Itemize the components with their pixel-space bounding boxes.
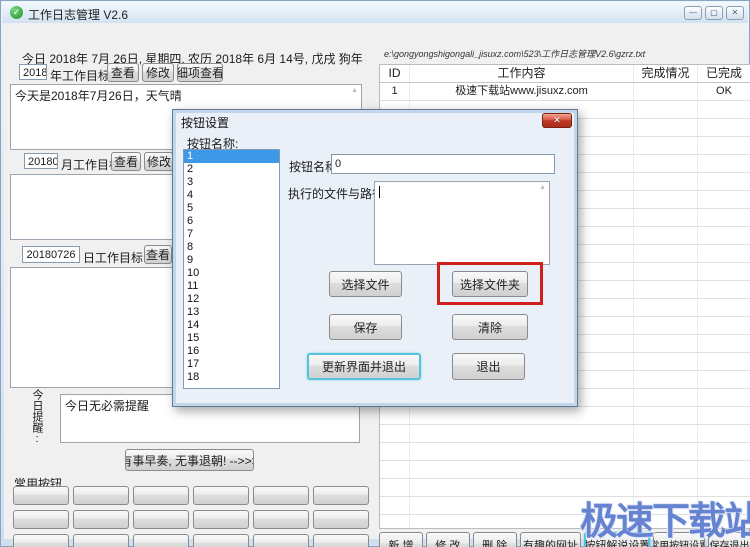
list-item[interactable]: 14: [184, 319, 279, 332]
table-row[interactable]: [380, 443, 750, 461]
list-item[interactable]: 11: [184, 280, 279, 293]
common-button-slot[interactable]: [313, 510, 369, 529]
app-window: ✓ 工作日志管理 V2.6 — ▢ ✕ 今日 2018年 7月 26日, 星期四…: [0, 0, 750, 547]
exec-path-textarea[interactable]: ▲: [374, 181, 550, 265]
scroll-up-icon[interactable]: ▲: [539, 184, 546, 191]
table-row[interactable]: 1 极速下载站www.jisuxz.com OK: [380, 83, 750, 101]
maximize-icon[interactable]: ▢: [705, 6, 723, 20]
common-button-slot[interactable]: [13, 510, 69, 529]
button-settings-dialog: 按钮设置 ✕ 按钮名称: 1 2 3 4 5 6 7 8 9 10 11 12 13 14 15 16 17 18…: [172, 109, 578, 407]
button-name-input[interactable]: 0: [331, 154, 555, 174]
list-item[interactable]: 13: [184, 306, 279, 319]
button-list[interactable]: 1 2 3 4 5 6 7 8 9 10 11 12 13 14 15 16 17 18: [183, 149, 280, 389]
table-action-button[interactable]: 新 增: [379, 532, 423, 547]
list-item[interactable]: 8: [184, 241, 279, 254]
common-button-slot[interactable]: [73, 510, 129, 529]
log-file-path: e:\gongyongshigongali_jisuxz.com\523\工作日…: [384, 49, 646, 59]
exec-path-label: 执行的文件与路径:: [288, 187, 388, 201]
report-button[interactable]: 有事早奏, 无事退朝! -->>>: [125, 449, 254, 471]
common-button-slot[interactable]: [133, 510, 189, 529]
day-goal-label: 日工作目标:: [83, 251, 147, 265]
header-content: 工作内容: [410, 65, 634, 82]
month-edit-button[interactable]: 修改: [144, 152, 174, 171]
common-button-slot[interactable]: [193, 486, 249, 505]
year-edit-button[interactable]: 修改: [142, 63, 174, 82]
table-row[interactable]: [380, 425, 750, 443]
list-item[interactable]: 15: [184, 332, 279, 345]
list-item[interactable]: 10: [184, 267, 279, 280]
close-icon[interactable]: ✕: [726, 6, 744, 20]
common-button-slot[interactable]: [253, 534, 309, 547]
reminder-label: 今日提醒:: [31, 389, 43, 445]
text-cursor: [379, 185, 380, 198]
select-file-button[interactable]: 选择文件: [329, 271, 402, 297]
list-item[interactable]: 12: [184, 293, 279, 306]
common-button-slot[interactable]: [13, 486, 69, 505]
day-input[interactable]: 20180726: [22, 246, 80, 263]
dialog-title: 按钮设置: [181, 116, 230, 130]
window-title: 工作日志管理 V2.6: [28, 8, 129, 22]
scroll-up-icon[interactable]: ▲: [351, 87, 358, 94]
year-goal-label: 年工作目标:: [50, 69, 114, 83]
year-goal-text: 今天是2018年7月26日，天气晴: [15, 89, 182, 103]
header-status: 完成情况: [634, 65, 698, 82]
save-button[interactable]: 保存: [329, 314, 402, 340]
dialog-close-icon[interactable]: ✕: [542, 113, 572, 128]
common-button-slot[interactable]: [133, 534, 189, 547]
month-input[interactable]: 201807: [24, 153, 58, 169]
list-item[interactable]: 5: [184, 202, 279, 215]
list-item[interactable]: 17: [184, 358, 279, 371]
common-button-slot[interactable]: [193, 510, 249, 529]
title-bar: ✓ 工作日志管理 V2.6 — ▢ ✕: [2, 2, 748, 23]
list-item[interactable]: 4: [184, 189, 279, 202]
table-row[interactable]: [380, 461, 750, 479]
update-exit-button[interactable]: 更新界面并退出: [307, 353, 421, 380]
common-buttons-grid: [13, 486, 375, 547]
month-view-button[interactable]: 查看: [111, 152, 141, 171]
annotation-highlight-rect: [437, 262, 543, 305]
year-view-button[interactable]: 查看: [107, 63, 139, 82]
common-button-slot[interactable]: [313, 486, 369, 505]
common-button-slot[interactable]: [73, 486, 129, 505]
list-item[interactable]: 9: [184, 254, 279, 267]
list-item[interactable]: 16: [184, 345, 279, 358]
table-header: ID 工作内容 完成情况 已完成: [380, 65, 750, 83]
common-button-slot[interactable]: [133, 486, 189, 505]
common-button-slot[interactable]: [253, 486, 309, 505]
table-action-button[interactable]: 删 除: [472, 532, 517, 547]
day-view-button[interactable]: 查看: [144, 245, 172, 264]
table-action-button[interactable]: 有趣的网址: [519, 532, 582, 547]
common-button-slot[interactable]: [193, 534, 249, 547]
site-watermark: 极速下载站: [580, 501, 750, 543]
list-item[interactable]: 2: [184, 163, 279, 176]
year-input[interactable]: 2018: [19, 64, 47, 80]
list-item[interactable]: 6: [184, 215, 279, 228]
table-action-button[interactable]: 修 改: [425, 532, 470, 547]
common-button-slot[interactable]: [13, 534, 69, 547]
list-item[interactable]: 3: [184, 176, 279, 189]
header-id: ID: [380, 65, 410, 82]
minimize-icon[interactable]: —: [684, 6, 702, 20]
list-item[interactable]: 1: [184, 150, 279, 163]
year-detail-button[interactable]: 细项查看: [177, 63, 223, 82]
table-row[interactable]: [380, 407, 750, 425]
app-icon: ✓: [10, 6, 23, 19]
clear-button[interactable]: 清除: [452, 314, 528, 340]
exit-button[interactable]: 退出: [452, 353, 525, 380]
common-button-slot[interactable]: [73, 534, 129, 547]
header-done: 已完成: [705, 66, 742, 80]
common-button-slot[interactable]: [253, 510, 309, 529]
list-item[interactable]: 18: [184, 371, 279, 384]
list-item[interactable]: 7: [184, 228, 279, 241]
common-button-slot[interactable]: [313, 534, 369, 547]
